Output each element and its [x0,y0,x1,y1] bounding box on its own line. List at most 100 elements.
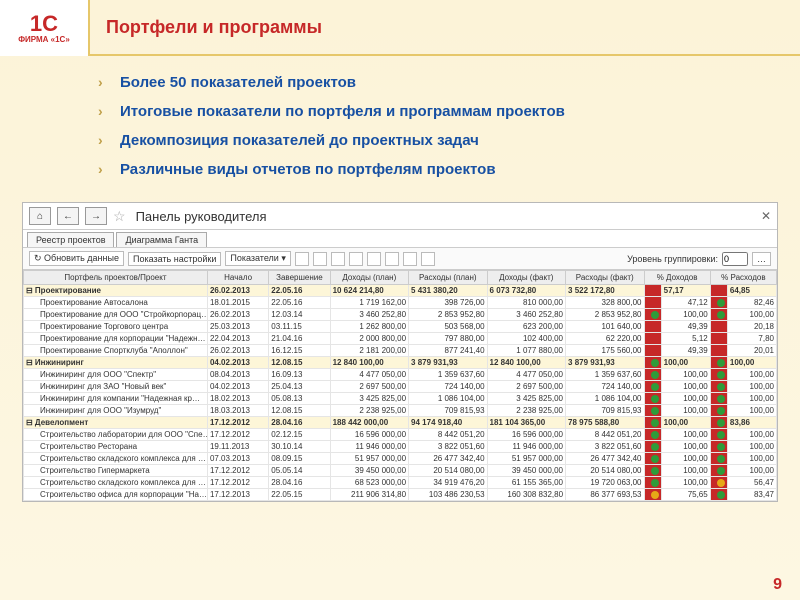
cell-status-icon [710,441,727,453]
toolbar-icon[interactable] [349,252,363,266]
cell-rp: 20 514 080,00 [409,465,487,477]
cell-rf: 78 975 588,80 [566,417,644,429]
table-row[interactable]: ⊟ Девелопмент17.12.201228.04.16188 442 0… [24,417,777,429]
cell-dp: 2 238 925,00 [330,405,408,417]
table-row[interactable]: Проектирование Автосалона18.01.201522.05… [24,297,777,309]
cell-pd: 75,65 [661,489,710,501]
toolbar-icon[interactable] [295,252,309,266]
table-row[interactable]: Строительство складского комплекса для …… [24,477,777,489]
cell-rf: 724 140,00 [566,381,644,393]
col-end[interactable]: Завершение [269,271,330,285]
table-row[interactable]: Строительство Гипермаркета17.12.201205.0… [24,465,777,477]
cell-rf: 19 720 063,00 [566,477,644,489]
cell-rp: 94 174 918,40 [409,417,487,429]
table-row[interactable]: Инжиниринг для ООО "Изумруд"18.03.201312… [24,405,777,417]
cell-pr: 100,00 [727,453,776,465]
cell-rp: 398 726,00 [409,297,487,309]
cell-dp: 3 460 252,80 [330,309,408,321]
favorite-icon[interactable]: ☆ [113,208,126,225]
toolbar-icon[interactable] [403,252,417,266]
cell-end: 05.08.13 [269,393,330,405]
table-row[interactable]: Проектирование Спортклуба "Аполлон"26.02… [24,345,777,357]
cell-pr: 64,85 [727,285,776,297]
cell-status-icon [710,465,727,477]
cell-pr: 82,46 [727,297,776,309]
toolbar-icon[interactable] [367,252,381,266]
cell-dp: 11 946 000,00 [330,441,408,453]
toolbar-icon[interactable] [385,252,399,266]
cell-end: 12.08.15 [269,405,330,417]
tab-gantt[interactable]: Диаграмма Ганта [116,232,207,247]
cell-pr: 100,00 [727,369,776,381]
table-row[interactable]: Строительство лаборатории для ООО "Спе…1… [24,429,777,441]
cell-df: 4 477 050,00 [487,369,565,381]
table-row[interactable]: Инжиниринг для компании "Надежная кр…18.… [24,393,777,405]
bullet-item: Различные виды отчетов по портфелям прое… [120,161,740,178]
table-row[interactable]: Проектирование для ООО "Стройкорпорац…26… [24,309,777,321]
cell-df: 102 400,00 [487,333,565,345]
cell-dp: 3 425 825,00 [330,393,408,405]
col-pct-expense[interactable]: % Расходов [710,271,776,285]
back-button[interactable]: ← [57,207,79,225]
col-expense-fact[interactable]: Расходы (факт) [566,271,644,285]
cell-rp: 709 815,93 [409,405,487,417]
cell-rf: 1 086 104,00 [566,393,644,405]
toolbar-icon[interactable] [313,252,327,266]
cell-pr: 83,47 [727,489,776,501]
table-row[interactable]: Инжиниринг для ООО "Спектр"08.04.201316.… [24,369,777,381]
indicators-button[interactable]: Показатели ▾ [225,251,291,266]
cell-rf: 8 442 051,20 [566,429,644,441]
table-row[interactable]: Проектирование Торгового центра25.03.201… [24,321,777,333]
table-row[interactable]: Строительство складского комплекса для …… [24,453,777,465]
cell-start: 17.12.2012 [207,465,268,477]
cell-pr: 100,00 [727,357,776,369]
cell-rf: 175 560,00 [566,345,644,357]
cell-df: 1 077 880,00 [487,345,565,357]
cell-name: Строительство складского комплекса для … [24,477,208,489]
col-income-plan[interactable]: Доходы (план) [330,271,408,285]
table-row[interactable]: ⊟ Проектирование26.02.201322.05.1610 624… [24,285,777,297]
cell-status-icon [644,321,661,333]
panel-title: Панель руководителя [136,209,267,224]
cell-df: 61 155 365,00 [487,477,565,489]
cell-name: Проектирование Торгового центра [24,321,208,333]
cell-dp: 16 596 000,00 [330,429,408,441]
cell-rp: 2 853 952,80 [409,309,487,321]
col-expense-plan[interactable]: Расходы (план) [409,271,487,285]
col-income-fact[interactable]: Доходы (факт) [487,271,565,285]
table-row[interactable]: ⊟ Инжиниринг04.02.201312.08.1512 840 100… [24,357,777,369]
cell-rp: 103 486 230,53 [409,489,487,501]
more-button[interactable]: … [752,252,771,266]
cell-pd: 100,00 [661,477,710,489]
cell-pd: 100,00 [661,465,710,477]
app-window: ⌂ ← → ☆ Панель руководителя ✕ Реестр про… [22,202,778,502]
col-pct-income[interactable]: % Доходов [644,271,710,285]
cell-start: 25.03.2013 [207,321,268,333]
close-icon[interactable]: ✕ [761,209,771,223]
cell-df: 3 425 825,00 [487,393,565,405]
cell-dp: 4 477 050,00 [330,369,408,381]
col-start[interactable]: Начало [207,271,268,285]
tab-registry[interactable]: Реестр проектов [27,232,114,247]
col-project[interactable]: Портфель проектов/Проект [24,271,208,285]
forward-button[interactable]: → [85,207,107,225]
table-row[interactable]: Строительство Ресторана19.11.201330.10.1… [24,441,777,453]
toolbar-icon[interactable] [331,252,345,266]
cell-rf: 709 815,93 [566,405,644,417]
cell-rp: 797 880,00 [409,333,487,345]
refresh-button[interactable]: ↻ Обновить данные [29,251,124,266]
cell-rf: 62 220,00 [566,333,644,345]
cell-pr: 100,00 [727,441,776,453]
cell-dp: 211 906 314,80 [330,489,408,501]
table-row[interactable]: Проектирование для корпорации "Надежн…22… [24,333,777,345]
home-button[interactable]: ⌂ [29,207,51,225]
grouping-level-input[interactable] [722,252,748,266]
toolbar-icon[interactable] [421,252,435,266]
cell-df: 16 596 000,00 [487,429,565,441]
table-row[interactable]: Инжиниринг для ЗАО "Новый век"04.02.2013… [24,381,777,393]
projects-table: Портфель проектов/Проект Начало Завершен… [23,270,777,501]
show-settings-button[interactable]: Показать настройки [128,252,221,266]
table-row[interactable]: Строительство офиса для корпорации "На…1… [24,489,777,501]
slide-title: Портфели и программы [90,0,800,56]
cell-pd: 100,00 [661,381,710,393]
